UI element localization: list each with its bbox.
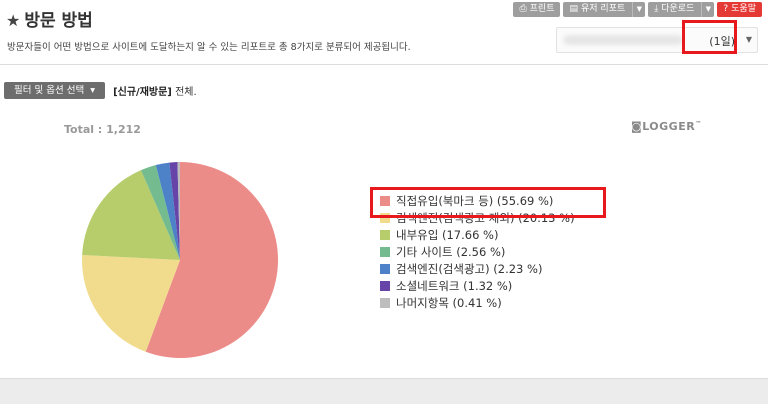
highlight-box-legend [370,187,606,218]
help-icon: ? [723,4,729,14]
legend-swatch [380,246,390,257]
filter-summary: [신규/재방문] 전체. [113,83,197,98]
filter-option-value: 전체. [175,87,197,98]
page-title-text: 방문 방법 [24,11,93,31]
legend-item-6[interactable]: 소셜네트워크 (1.32 %) [380,277,575,294]
legend-item-4[interactable]: 기타 사이트 (2.56 %) [380,243,575,260]
help-label: 도움말 [731,4,756,14]
download-icon: ⤓ [654,4,659,14]
visit-method-pie-chart [82,161,279,358]
legend-item-3[interactable]: 내부유입 (17.66 %) [380,226,575,243]
legend-item-5[interactable]: 검색엔진(검색광고) (2.23 %) [380,260,575,277]
chevron-down-icon[interactable]: ▼ [701,2,714,17]
legend-label: 소셜네트워크 (1.32 %) [396,278,513,293]
chevron-down-icon: ▾ [87,85,96,96]
legend-label: 검색엔진(검색광고) (2.23 %) [396,261,543,276]
period-range-blurred [563,35,683,45]
legend-item-7[interactable]: 나머지항목 (0.41 %) [380,294,575,311]
filter-options-label: 필터 및 옵션 선택 [14,85,85,96]
download-button[interactable]: ⤓ 다운로드 ▼ [648,2,715,17]
filter-row: 필터 및 옵션 선택 ▾ [신규/재방문] 전체. [4,82,197,99]
footer-bar [0,378,768,404]
legend-swatch [380,263,390,274]
highlight-box-period [682,20,737,54]
my-report-label: 유저 리포트 [581,4,626,14]
logo-icon: ◙ [631,120,643,133]
print-button[interactable]: ⎙ 프린트 [513,2,561,17]
total-count: Total : 1,212 [64,123,141,136]
print-label: 프린트 [529,4,555,14]
report-toolbar: ⎙ 프린트 ▤ 유저 리포트 ▼ ⤓ 다운로드 ▼ ? 도움말 [513,2,762,18]
star-icon[interactable]: ★ [6,11,20,30]
filter-option-label: [신규/재방문] [113,87,172,98]
my-report-button[interactable]: ▤ 유저 리포트 ▼ [563,2,646,17]
chevron-down-icon: ▼ [745,35,752,44]
legend-label: 내부유입 (17.66 %) [396,227,499,242]
chevron-down-icon[interactable]: ▼ [632,2,645,17]
legend-label: 기타 사이트 (2.56 %) [396,244,506,259]
page-description: 방문자들이 어떤 방법으로 사이트에 도달하는지 알 수 있는 리포트로 총 8… [7,42,411,53]
legend-swatch [380,297,390,308]
folder-icon: ▤ [569,4,578,14]
help-button[interactable]: ? 도움말 [717,2,762,17]
logo-text: LOGGER [642,120,696,133]
download-label: 다운로드 [661,4,695,14]
report-header: ★ 방문 방법 방문자들이 어떤 방법으로 사이트에 도달하는지 알 수 있는 리… [0,0,768,65]
legend-swatch [380,229,390,240]
logger-logo: ◙LOGGER™ [631,120,702,133]
page-title: ★ 방문 방법 [6,6,93,31]
legend-label: 나머지항목 (0.41 %) [396,295,502,310]
filter-options-button[interactable]: 필터 및 옵션 선택 ▾ [4,82,106,99]
printer-icon: ⎙ [519,4,527,14]
legend-swatch [380,280,390,291]
